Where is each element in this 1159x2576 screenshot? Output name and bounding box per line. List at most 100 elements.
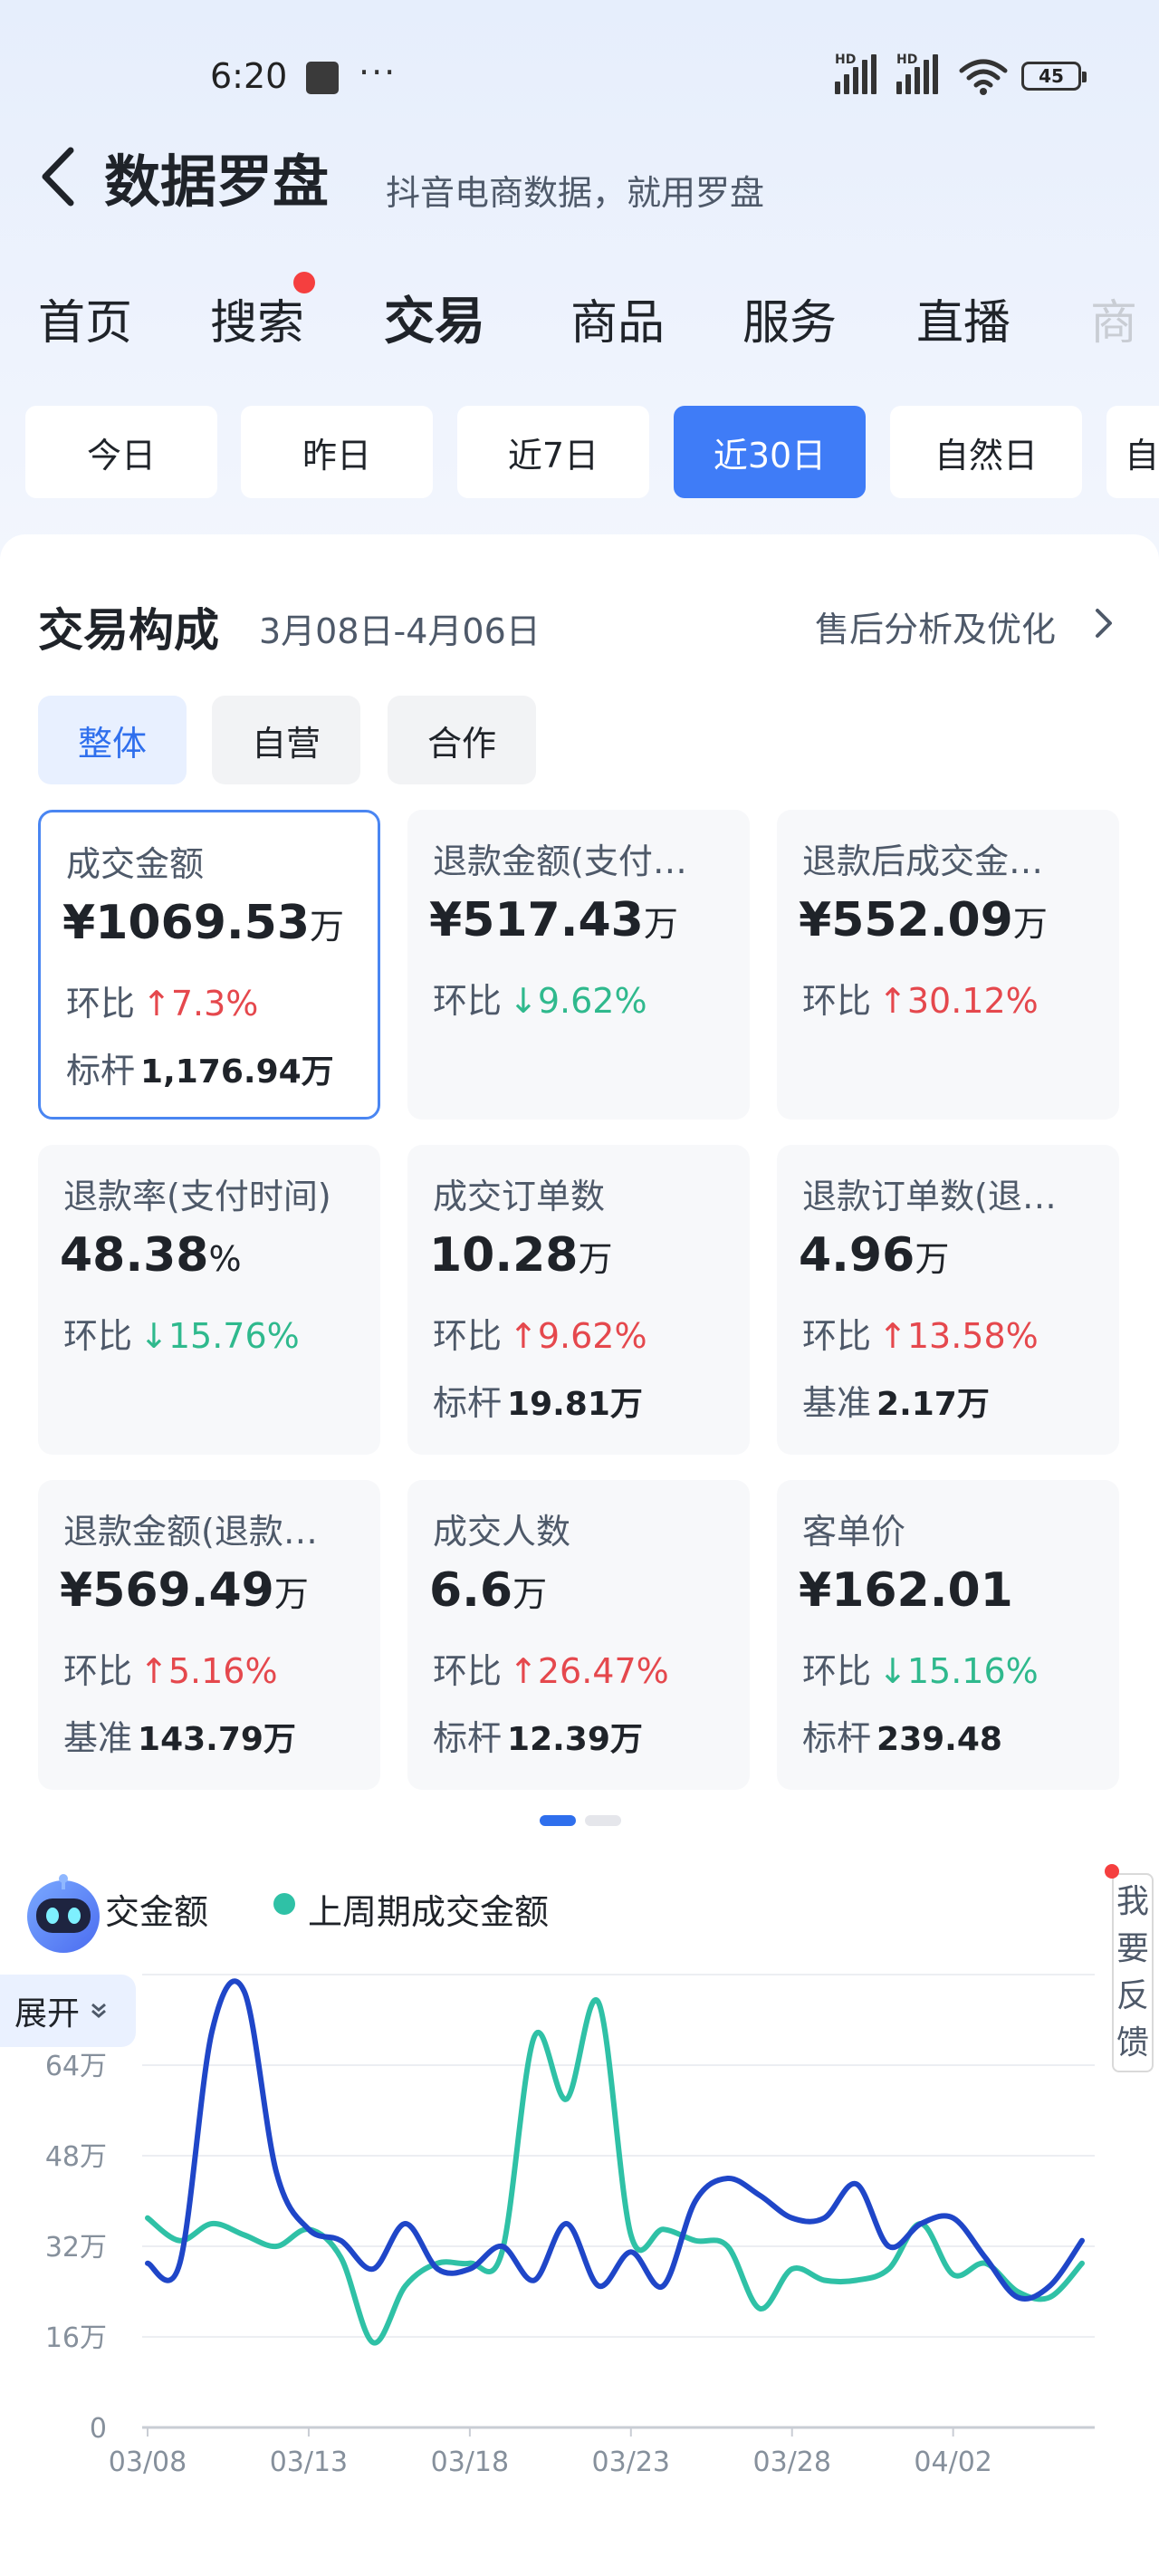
metric-label: 退款率(支付时间) — [63, 1177, 331, 1216]
x-tick-label: 03/23 — [592, 2446, 670, 2478]
metric-unit: 万 — [915, 1239, 950, 1279]
series-line-previous — [145, 1997, 1085, 2346]
y-tick-label: 48万 — [45, 2141, 107, 2173]
nav-tab-search[interactable]: 搜索 — [210, 284, 304, 352]
nav-tab-live[interactable]: 直播 — [916, 284, 1011, 352]
double-chevron-down-icon — [91, 2003, 106, 2018]
comparison-label: 环比 — [63, 1316, 133, 1356]
metric-prefix: ¥ — [799, 893, 832, 947]
comparison-label: 环比 — [433, 1651, 503, 1691]
metric-benchmark: 标杆 19.81万 — [433, 1375, 643, 1425]
metric-benchmark: 标杆 1,176.94万 — [66, 1043, 334, 1092]
metric-card[interactable]: 退款率(支付时间) 48.38% 环比 ↓15.76% — [38, 1145, 380, 1455]
change-value: 9.62% — [537, 981, 647, 1021]
y-tick-label: 0 — [90, 2413, 107, 2445]
metric-card[interactable]: 退款后成交金… ¥552.09万 环比 ↑30.12% — [777, 810, 1119, 1120]
metric-card[interactable]: 成交人数 6.6万 环比 ↑26.47% 标杆 12.39万 — [407, 1480, 750, 1790]
legend-previous-dot — [273, 1893, 295, 1915]
metric-value: ¥162.01 — [799, 1563, 1013, 1618]
benchmark-value: 239.48 — [876, 1721, 1002, 1758]
feedback-button[interactable]: 我要反馈 — [1112, 1873, 1154, 2072]
metric-number: 569.49 — [92, 1563, 274, 1618]
pager-dot[interactable] — [585, 1815, 621, 1826]
nav-tab-trade[interactable]: 交易 — [384, 281, 485, 354]
change-value: 9.62% — [537, 1316, 647, 1356]
metric-unit: 万 — [1012, 904, 1048, 944]
benchmark-value: 2.17万 — [876, 1386, 990, 1423]
change-value: 5.16% — [168, 1651, 278, 1691]
date-tab-today[interactable]: 今日 — [25, 406, 217, 498]
nav-tab-goods[interactable]: 商品 — [570, 284, 665, 352]
metric-comparison: 环比 ↓15.76% — [63, 1308, 300, 1358]
metric-label: 成交订单数 — [433, 1177, 606, 1216]
date-tab-more[interactable]: 自 — [1106, 406, 1159, 498]
metric-comparison: 环比 ↑26.47% — [433, 1643, 669, 1693]
comparison-label: 环比 — [802, 981, 872, 1021]
pager-dot-active[interactable] — [540, 1815, 576, 1826]
change-up-arrow-icon: ↑ — [139, 1651, 168, 1691]
change-value: 30.12% — [906, 981, 1039, 1021]
metric-card[interactable]: 成交订单数 10.28万 环比 ↑9.62% 标杆 19.81万 — [407, 1145, 750, 1455]
change-value: 7.3% — [170, 984, 259, 1024]
metric-unit: 万 — [643, 904, 678, 944]
change-down-arrow-icon: ↓ — [139, 1316, 168, 1356]
change-up-arrow-icon: ↑ — [878, 981, 907, 1021]
metric-card[interactable]: 退款订单数(退… 4.96万 环比 ↑13.58% 基准 2.17万 — [777, 1145, 1119, 1455]
date-tab-natural-day[interactable]: 自然日 — [890, 406, 1082, 498]
metric-number: 4.96 — [799, 1228, 915, 1283]
metric-comparison: 环比 ↑9.62% — [433, 1308, 647, 1358]
date-tab-30d[interactable]: 近30日 — [674, 406, 866, 498]
expand-button[interactable]: 展开 — [0, 1975, 136, 2047]
metric-number: 6.6 — [429, 1563, 513, 1618]
segment-self-operated[interactable]: 自营 — [212, 696, 360, 784]
benchmark-label: 标杆 — [802, 1718, 872, 1758]
nav-tab-home[interactable]: 首页 — [38, 284, 132, 352]
metric-card[interactable]: 退款金额(退款… ¥569.49万 环比 ↑5.16% 基准 143.79万 — [38, 1480, 380, 1790]
comparison-label: 环比 — [802, 1651, 872, 1691]
metric-number: 517.43 — [462, 893, 644, 947]
metric-comparison: 环比 ↓15.16% — [802, 1643, 1039, 1693]
segment-cooperation[interactable]: 合作 — [388, 696, 536, 784]
search-badge-dot — [293, 272, 315, 293]
feedback-badge-dot — [1105, 1864, 1119, 1879]
comparison-label: 环比 — [433, 981, 503, 1021]
x-tick-label: 03/13 — [270, 2446, 348, 2478]
change-up-arrow-icon: ↑ — [509, 1316, 538, 1356]
comparison-label: 环比 — [66, 984, 136, 1024]
metric-label: 成交金额 — [66, 844, 205, 884]
comparison-label: 环比 — [802, 1316, 872, 1356]
metric-prefix: ¥ — [60, 1563, 93, 1618]
date-tab-yesterday[interactable]: 昨日 — [241, 406, 433, 498]
metric-number: 1069.53 — [95, 896, 311, 950]
nav-tab-service[interactable]: 服务 — [742, 284, 837, 352]
date-tab-7d[interactable]: 近7日 — [457, 406, 649, 498]
aftersale-analysis-link[interactable]: 售后分析及优化 — [815, 601, 1056, 651]
back-arrow-icon[interactable] — [36, 145, 81, 208]
metric-value: 6.6万 — [429, 1563, 547, 1618]
metric-benchmark: 基准 143.79万 — [63, 1710, 296, 1760]
metric-value: 48.38% — [60, 1228, 242, 1283]
segment-overall[interactable]: 整体 — [38, 696, 187, 784]
metric-label: 成交人数 — [433, 1512, 571, 1552]
main-nav: 首页 搜索 交易 商品 服务 直播 商 — [0, 272, 1159, 362]
signal-icon-2 — [896, 54, 938, 94]
robot-assistant-icon[interactable] — [18, 1868, 109, 1958]
status-bar: 6:20 ··· HD HD 45 — [0, 0, 1159, 154]
metric-prefix: ¥ — [62, 896, 96, 950]
page-title: 数据罗盘 — [104, 149, 330, 215]
notification-icon — [306, 62, 339, 94]
metric-card[interactable]: 客单价 ¥162.01 环比 ↓15.16% 标杆 239.48 — [777, 1480, 1119, 1790]
nav-tab-more[interactable]: 商 — [1090, 284, 1159, 352]
x-tick-label: 04/02 — [914, 2446, 991, 2478]
more-notifications-icon: ··· — [359, 53, 398, 92]
metric-unit: 万 — [578, 1239, 613, 1279]
status-time: 6:20 — [210, 56, 288, 96]
section-title: 交易构成 — [38, 604, 219, 657]
chevron-right-icon[interactable] — [1090, 605, 1117, 641]
change-down-arrow-icon: ↓ — [509, 981, 538, 1021]
change-down-arrow-icon: ↓ — [878, 1651, 907, 1691]
change-value: 15.16% — [906, 1651, 1039, 1691]
metric-unit: 万 — [512, 1574, 548, 1614]
metric-card[interactable]: 成交金额 ¥1069.53万 环比 ↑7.3% 标杆 1,176.94万 — [38, 810, 380, 1120]
metric-card[interactable]: 退款金额(支付… ¥517.43万 环比 ↓9.62% — [407, 810, 750, 1120]
